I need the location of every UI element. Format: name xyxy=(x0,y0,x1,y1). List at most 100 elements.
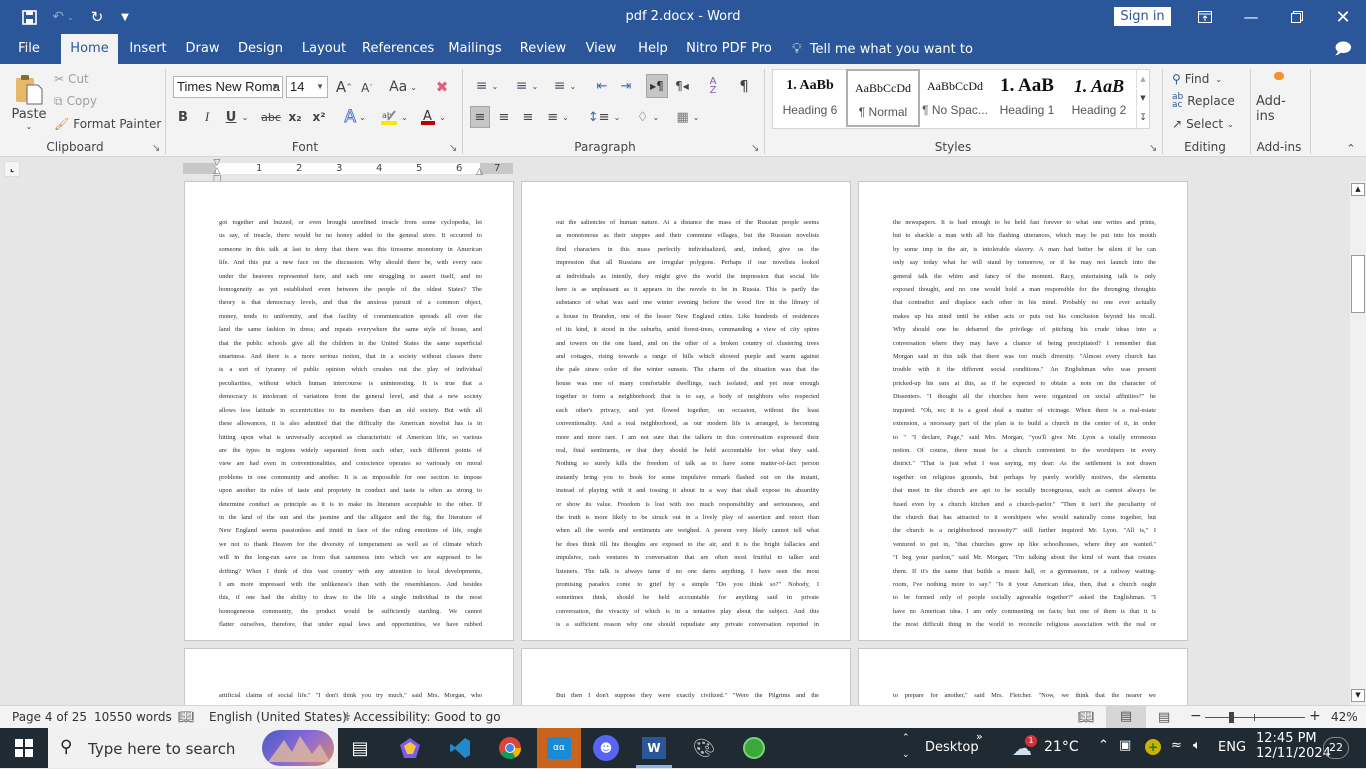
tab-selector-icon[interactable]: ⌞ xyxy=(4,161,20,177)
accessibility-status[interactable]: ⚕ Accessibility: Good to go xyxy=(344,710,501,724)
discord-icon[interactable]: ☻ xyxy=(586,732,626,764)
add-ins-button[interactable]: Add-ins xyxy=(1256,72,1302,124)
text-effects-button[interactable]: A ⌄ xyxy=(340,106,370,128)
ltr-direction-button[interactable]: ▸¶ xyxy=(646,74,668,98)
borders-button[interactable]: ▦ ⌄ xyxy=(672,106,704,128)
numbering-button[interactable]: ≡ ⌄ xyxy=(510,76,544,96)
italic-button[interactable]: I xyxy=(199,107,215,127)
style-heading-6[interactable]: 1. AaBb Heading 6 xyxy=(773,69,847,127)
select-button[interactable]: ↗ Select ⌄ xyxy=(1172,115,1234,133)
font-family-select[interactable]: Times New Roma ▼ xyxy=(173,76,283,98)
tray-plus-icon[interactable]: + xyxy=(1145,739,1161,755)
find-button[interactable]: ⚲ Find ⌄ xyxy=(1172,70,1222,88)
right-indent-marker[interactable]: △ xyxy=(476,167,486,177)
document-page[interactable]: the newspapers. It is bad enough to be h… xyxy=(858,181,1188,641)
indent-marker[interactable]: ▽ △ □ xyxy=(212,159,222,184)
tab-file[interactable]: File xyxy=(10,34,48,64)
font-color-button[interactable]: A ⌄ xyxy=(418,106,448,128)
taskbar-search[interactable]: ⚲ Type here to search xyxy=(48,728,338,768)
rtl-direction-button[interactable]: ¶◂ xyxy=(672,76,692,96)
multilevel-list-button[interactable]: ≡ ⌄ xyxy=(548,76,582,96)
tab-draw[interactable]: Draw xyxy=(180,34,225,64)
undo-icon[interactable]: ↶ ⌄ xyxy=(48,7,78,27)
grow-font-button[interactable]: A ^ xyxy=(334,77,354,97)
line-spacing-button[interactable]: ↕ ≡ ⌄ xyxy=(588,106,621,128)
web-layout-icon[interactable]: ▤ xyxy=(1158,710,1170,725)
tab-layout[interactable]: Layout xyxy=(298,34,350,64)
wifi-icon[interactable]: ≈ xyxy=(1171,738,1182,753)
zoom-slider-thumb[interactable] xyxy=(1229,712,1234,723)
tab-references[interactable]: References xyxy=(362,34,434,64)
ribbon-display-options-icon[interactable] xyxy=(1182,0,1228,34)
language-indicator[interactable]: English (United States) xyxy=(209,710,347,724)
read-mode-icon[interactable]: 📖︎ xyxy=(1078,710,1095,725)
word-icon[interactable]: W xyxy=(634,732,674,764)
replace-button[interactable]: ab ac Replace xyxy=(1172,92,1235,110)
notifications-button[interactable]: 22 xyxy=(1323,737,1349,759)
cut-button[interactable]: ✂ Cut xyxy=(54,70,89,88)
scroll-down-icon[interactable]: ▼ xyxy=(1351,689,1365,702)
redo-icon[interactable]: ↻ xyxy=(86,7,108,27)
styles-more-icon[interactable]: ↧ xyxy=(1136,108,1149,128)
tell-me-search[interactable]: 💡︎Tell me what you want to do xyxy=(792,34,982,87)
tab-home[interactable]: Home xyxy=(61,34,118,64)
style-normal[interactable]: AaBbCcDd ¶ Normal xyxy=(846,69,920,127)
show-marks-button[interactable]: ¶ xyxy=(734,76,754,96)
zoom-out-button[interactable]: − xyxy=(1190,708,1202,724)
shrink-font-button[interactable]: Aˇ xyxy=(358,79,376,97)
tab-insert[interactable]: Insert xyxy=(124,34,172,64)
document-page[interactable]: out the saliencies of human nature. At a… xyxy=(521,181,851,641)
input-language[interactable]: ENG xyxy=(1218,740,1246,755)
document-page[interactable]: got together and buzzed, or even brought… xyxy=(184,181,514,641)
minimize-icon[interactable]: — xyxy=(1228,0,1274,34)
align-left-button[interactable]: ≡ xyxy=(470,106,490,128)
task-view-icon[interactable]: ▤ xyxy=(340,732,380,764)
tab-view[interactable]: View xyxy=(580,34,622,64)
word-count[interactable]: 10550 words xyxy=(94,710,172,724)
comments-icon[interactable]: 🗩︎ xyxy=(1330,34,1356,64)
tab-mailings[interactable]: Mailings xyxy=(444,34,506,64)
tray-app-icon[interactable]: ▣ xyxy=(1119,738,1131,753)
chrome-icon[interactable] xyxy=(490,732,530,764)
scroll-up-icon[interactable]: ▲ xyxy=(1351,183,1365,196)
temperature[interactable]: 21°C xyxy=(1044,739,1079,755)
customize-qat-icon[interactable]: ▼ xyxy=(118,7,132,27)
sign-in-button[interactable]: Sign in xyxy=(1114,7,1171,26)
search-highlight-image[interactable] xyxy=(262,730,334,766)
close-icon[interactable]: ✕ xyxy=(1320,0,1366,34)
page-count[interactable]: Page 4 of 25 xyxy=(12,710,87,724)
copy-button[interactable]: ⧉ Copy xyxy=(54,92,97,110)
format-painter-button[interactable]: 🖌︎ Format Painter xyxy=(54,115,161,133)
windows-start-icon[interactable] xyxy=(4,732,44,764)
styles-scroll-down-icon[interactable]: ▼ xyxy=(1136,89,1149,107)
vscode-icon[interactable] xyxy=(440,732,480,764)
restore-icon[interactable] xyxy=(1274,0,1320,34)
align-right-button[interactable]: ≡ xyxy=(518,106,538,128)
paste-button[interactable]: Paste ⌄ xyxy=(8,70,50,134)
paragraph-launcher-icon[interactable]: ↘ xyxy=(751,143,759,154)
styles-launcher-icon[interactable]: ↘ xyxy=(1149,143,1157,154)
underline-button[interactable]: U xyxy=(223,107,239,127)
decrease-indent-button[interactable]: ⇤ xyxy=(592,76,612,96)
font-launcher-icon[interactable]: ↘ xyxy=(449,143,457,154)
greenshot-icon[interactable] xyxy=(734,732,774,764)
tab-nitro-pdf-pro[interactable]: Nitro PDF Pro xyxy=(686,34,772,64)
desktop-toolbar[interactable]: Desktop xyxy=(925,740,979,755)
print-layout-icon[interactable]: ▤ xyxy=(1106,706,1146,728)
style-no-spacing[interactable]: AaBbCcDd ¶ No Spac... xyxy=(918,69,992,127)
highlight-color-button[interactable]: ab ⌄ xyxy=(378,106,410,128)
toolbar-expand-icon[interactable]: » xyxy=(976,730,983,743)
tab-design[interactable]: Design xyxy=(234,34,287,64)
justify-button[interactable]: ≡ ⌄ xyxy=(542,106,574,128)
show-hidden-icons-icon[interactable]: ⌃ xyxy=(1098,738,1109,753)
horizontal-ruler[interactable]: 1 2 3 4 5 6 7 xyxy=(183,163,513,174)
strikethrough-button[interactable]: abc xyxy=(260,107,282,127)
proofing-icon[interactable]: 📖︎ xyxy=(178,710,195,725)
collapse-ribbon-icon[interactable]: ⌃ xyxy=(1342,140,1360,156)
bold-button[interactable]: B xyxy=(175,107,191,127)
superscript-button[interactable]: x² xyxy=(310,107,328,127)
shading-button[interactable]: ♢ ⌄ xyxy=(632,106,664,128)
sort-button[interactable]: AZ xyxy=(702,74,724,98)
change-case-button[interactable]: Aa ⌄ xyxy=(386,77,420,97)
style-heading-1[interactable]: 1. AaB Heading 1 xyxy=(990,69,1064,127)
